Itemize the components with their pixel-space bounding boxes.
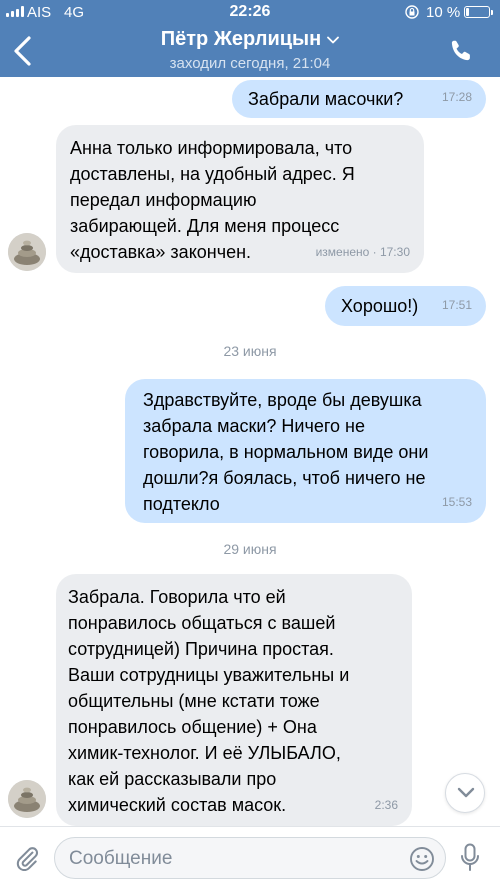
battery-icon [464,6,493,18]
chat-header: AIS 4G 22:26 10 % Пётр Жерлицын заходил … [0,0,500,77]
avatar[interactable] [8,780,46,818]
message-time: изменено · 17:30 [315,245,410,259]
paperclip-icon[interactable] [14,845,40,871]
last-seen: заходил сегодня, 21:04 [169,55,331,72]
microphone-icon[interactable] [460,843,480,873]
date-separator: 29 июня [223,541,277,557]
message-time: 15:53 [441,495,472,509]
phone-call-icon[interactable] [448,38,474,64]
emoji-icon[interactable] [409,846,435,872]
outgoing-message[interactable]: Хорошо!) 17:51 [325,286,486,326]
message-composer: Сообщение [0,826,500,888]
message-time: 17:51 [441,298,472,312]
chat-title-block[interactable]: Пётр Жерлицын заходил сегодня, 21:04 [0,28,500,72]
avatar-image [8,233,46,271]
status-time: 22:26 [229,3,271,20]
message-text: Здравствуйте, вроде бы девушка забрала м… [143,390,429,514]
message-input[interactable]: Сообщение [54,837,446,879]
chevron-down-icon [457,787,475,798]
incoming-message[interactable]: Забрала. Говорила что ей понравилось общ… [56,574,412,826]
chevron-down-icon[interactable] [327,36,340,44]
battery-percent: 10 % [426,4,461,21]
message-time: 2:36 [374,798,398,812]
contact-name[interactable]: Пётр Жерлицын [161,28,321,51]
incoming-message[interactable]: Анна только информировала, что доставлен… [56,125,424,273]
message-text: Забрала. Говорила что ей понравилось общ… [68,587,350,815]
date-separator: 23 июня [223,343,277,359]
message-input-placeholder: Сообщение [69,848,173,869]
outgoing-message[interactable]: Здравствуйте, вроде бы девушка забрала м… [125,379,486,523]
message-list[interactable]: Забрали масочки? 17:28 Анна только инфор… [0,77,500,826]
avatar[interactable] [8,233,46,271]
status-bar: AIS 4G 22:26 10 % [0,0,500,24]
scroll-to-bottom-button[interactable] [445,773,485,813]
rotation-lock-icon [405,5,419,19]
avatar-image [8,780,46,818]
outgoing-message[interactable]: Забрали масочки? 17:28 [232,80,486,118]
message-time: 17:28 [441,90,472,104]
